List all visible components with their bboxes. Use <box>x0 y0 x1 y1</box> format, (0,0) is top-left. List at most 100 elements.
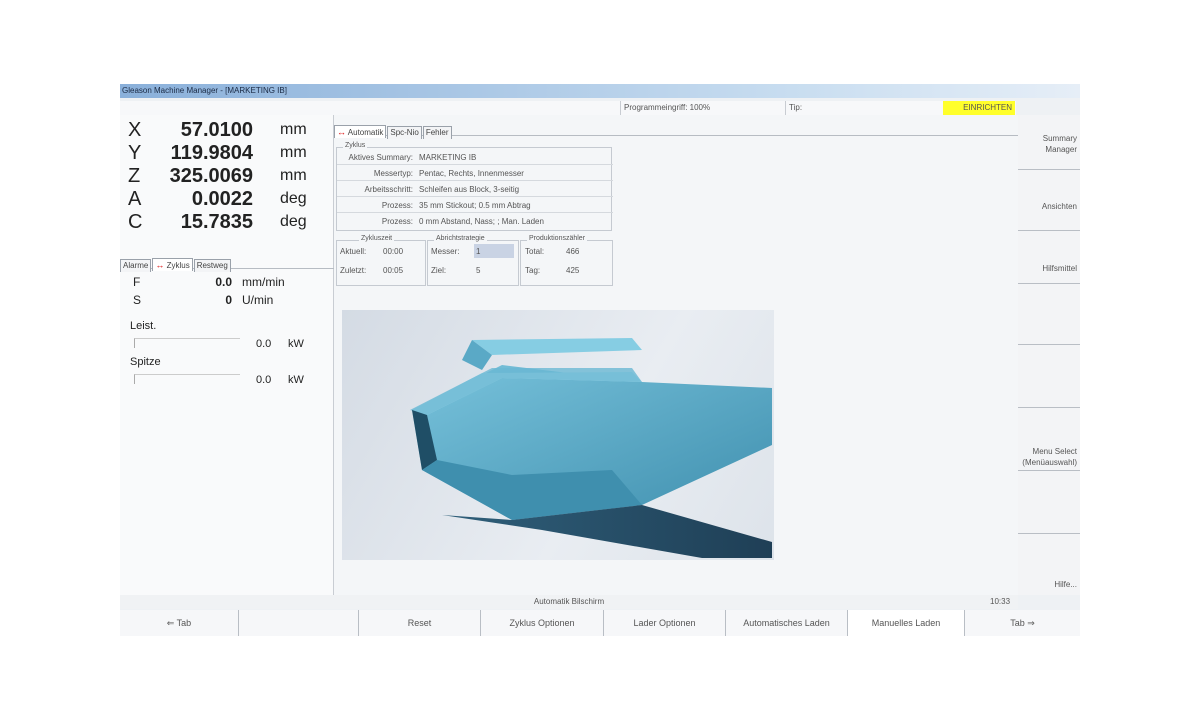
bottom-key-bar: ⇐ Tab Reset Zyklus Optionen Lader Option… <box>120 610 1080 636</box>
mode-indicator: EINRICHTEN <box>943 101 1015 115</box>
spindle-row: S 0 U/min <box>130 293 330 309</box>
axis-unit: deg <box>280 213 307 230</box>
left-tab-strip: Alarme ↔ Zyklus Restweg <box>120 255 334 272</box>
manuelles-laden-button[interactable]: Manuelles Laden <box>847 610 964 636</box>
info-row-messertyp: Messertyp: Pentac, Rechts, Innenmesser <box>337 166 613 181</box>
messer-label: Messer: <box>431 247 460 256</box>
info-value: Schleifen aus Block, 3-seitig <box>419 185 520 194</box>
summary-manager-label-2: Manager <box>1045 145 1077 154</box>
feed-label: F <box>133 275 141 289</box>
axis-unit: deg <box>280 190 307 207</box>
axis-value: 15.7835 <box>180 211 253 233</box>
ansichten-label: Ansichten <box>1041 202 1077 211</box>
bottom-empty-button[interactable] <box>238 610 358 636</box>
axis-row-x: X 57.0100 mm <box>120 119 334 142</box>
axis-label: Y <box>128 142 142 164</box>
axis-value: 57.0100 <box>180 119 253 141</box>
leist-unit: kW <box>288 338 304 350</box>
messer-value: 1 <box>476 247 481 256</box>
total-value: 466 <box>566 247 580 256</box>
info-key: Aktives Summary: <box>348 153 413 162</box>
spitze-unit: kW <box>288 374 304 386</box>
feed-unit: mm/min <box>242 275 285 289</box>
softkey-empty-2[interactable] <box>1018 346 1080 408</box>
tab-zyklus[interactable]: ↔ Zyklus <box>152 258 193 271</box>
tab-automatik[interactable]: ↔ Automatik <box>334 125 387 138</box>
tool-3d-view[interactable] <box>342 310 774 560</box>
hilfsmittel-label: Hilfsmittel <box>1042 264 1077 273</box>
spindle-value: 0 <box>225 293 232 307</box>
axis-label: X <box>128 119 142 141</box>
leist-value: 0.0 <box>256 338 272 350</box>
tab-automatik-label: Automatik <box>347 128 384 137</box>
tag-label: Tag: <box>525 266 541 275</box>
info-key: Arbeitsschritt: <box>364 185 413 194</box>
info-key: Prozess: <box>381 217 413 226</box>
feed-row: F 0.0 mm/min <box>130 275 330 291</box>
aktuell-value: 00:00 <box>383 247 404 256</box>
double-arrow-icon: ↔ <box>155 260 165 270</box>
window-title: Gleason Machine Manager - [MARKETING IB] <box>120 84 1080 98</box>
screen-name: Automatik Bilschirm <box>533 597 605 606</box>
zuletzt-label: Zuletzt: <box>340 266 367 275</box>
tab-fehler[interactable]: Fehler <box>422 126 452 139</box>
feed-value: 0.0 <box>215 275 232 289</box>
main-panel: ↔ Automatik Spc-Nio Fehler Zyklus Aktives … <box>334 115 1018 595</box>
info-value: 35 mm Stickout; 0.5 mm Abtrag <box>419 201 531 210</box>
tab-spc-nio[interactable]: Spc-Nio <box>387 126 422 139</box>
menu-select-label-2: (Menüauswahl) <box>1022 458 1077 467</box>
axis-unit: mm <box>280 167 307 184</box>
axis-row-c: C 15.7835 deg <box>120 211 334 234</box>
zykluszeit-legend: Zykluszeit <box>359 235 395 242</box>
spindle-label: S <box>133 293 142 307</box>
spitze-value: 0.0 <box>256 374 272 386</box>
double-arrow-icon: ↔ <box>337 127 346 137</box>
softkey-empty-3[interactable] <box>1018 472 1080 534</box>
menu-select-label-1: Menu Select <box>1032 447 1077 456</box>
ziel-value: 5 <box>476 266 481 275</box>
info-key: Messertyp: <box>373 169 413 178</box>
zyklus-optionen-button[interactable]: Zyklus Optionen <box>480 610 603 636</box>
summary-manager-button[interactable]: Summary Manager <box>1018 130 1080 170</box>
info-key: Prozess: <box>381 201 413 210</box>
info-value: 0 mm Abstand, Nass; ; Man. Laden <box>419 217 544 226</box>
produktionszaehler-legend: Produktionszähler <box>527 235 588 242</box>
clock: 10:33 <box>990 597 1011 606</box>
lader-optionen-button[interactable]: Lader Optionen <box>603 610 725 636</box>
softkey-empty-1[interactable] <box>1018 285 1080 345</box>
leist-meter <box>134 338 240 348</box>
automatisches-laden-button[interactable]: Automatisches Laden <box>725 610 847 636</box>
menu-select-button[interactable]: Menu Select (Menüauswahl) <box>1018 409 1080 471</box>
machine-manager-screen: Gleason Machine Manager - [MARKETING IB]… <box>120 84 1080 636</box>
softkey-column: Summary Manager Ansichten Hilfsmittel Me… <box>1018 115 1080 595</box>
zuletzt-value: 00:05 <box>383 266 404 275</box>
axis-value: 0.0022 <box>191 188 253 210</box>
tip-field: Tip: <box>785 101 943 115</box>
abrichtstrategie-group: Abrichtstrategie Messer: 1 Ziel: 5 <box>427 235 519 286</box>
info-row-summary: Aktives Summary: MARKETING IB <box>337 150 613 165</box>
ansichten-button[interactable]: Ansichten <box>1018 171 1080 231</box>
info-bar: Automatik Bilschirm 10:33 <box>120 595 1018 609</box>
program-access-status: Programmeingriff: 100% <box>620 101 785 115</box>
tab-alarme[interactable]: Alarme <box>120 259 152 272</box>
hilfe-button[interactable]: Hilfe... <box>1018 535 1080 595</box>
zyklus-legend: Zyklus <box>343 142 368 149</box>
tab-zyklus-label: Zyklus <box>166 261 190 270</box>
tab-restweg[interactable]: Restweg <box>193 259 231 272</box>
tab-right-button[interactable]: Tab ⇒ <box>964 610 1080 636</box>
zyklus-group: Zyklus Aktives Summary: MARKETING IB Mes… <box>336 142 613 231</box>
tab-left-button[interactable]: ⇐ Tab <box>120 610 238 636</box>
axis-row-y: Y 119.9804 mm <box>120 142 334 165</box>
tag-value: 425 <box>566 266 580 275</box>
ziel-label: Ziel: <box>431 266 447 275</box>
info-row-prozess-1: Prozess: 35 mm Stickout; 0.5 mm Abtrag <box>337 198 613 213</box>
zykluszeit-group: Zykluszeit Aktuell: 00:00 Zuletzt: 00:05 <box>336 235 426 286</box>
reset-button[interactable]: Reset <box>358 610 480 636</box>
info-value: MARKETING IB <box>419 153 477 162</box>
total-label: Total: <box>525 247 545 256</box>
hilfe-label: Hilfe... <box>1054 580 1077 589</box>
produktionszaehler-group: Produktionszähler Total: 466 Tag: 425 <box>520 235 613 286</box>
hilfsmittel-button[interactable]: Hilfsmittel <box>1018 232 1080 284</box>
axis-value: 325.0069 <box>169 165 253 187</box>
axis-unit: mm <box>280 121 307 138</box>
